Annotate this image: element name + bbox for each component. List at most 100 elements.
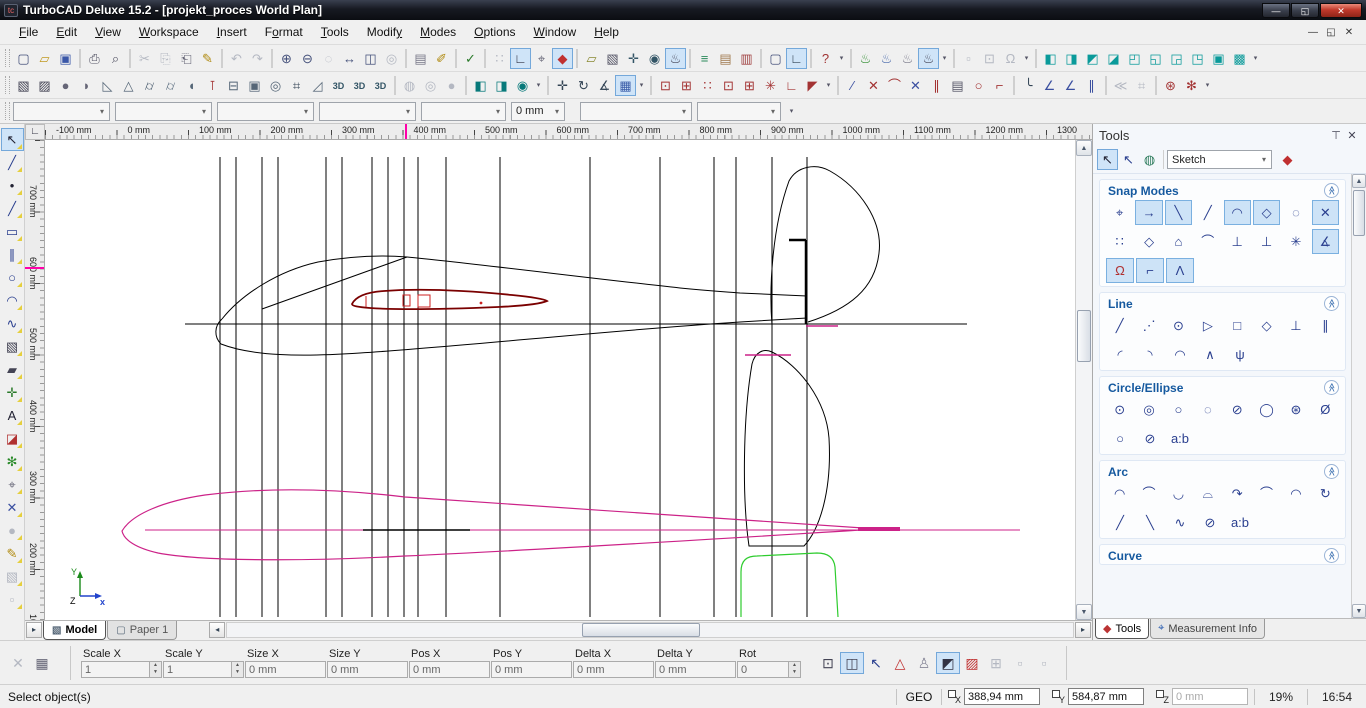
polygon-center-tool[interactable]: ⊙ bbox=[1165, 313, 1192, 338]
array-polar-button[interactable]: ∷ bbox=[697, 75, 718, 96]
inspector-field-input[interactable] bbox=[81, 661, 150, 678]
view-cube-right-button[interactable]: ◪ bbox=[1103, 48, 1124, 69]
model-drawing[interactable]: Y Z x bbox=[45, 140, 1075, 620]
property-dropdown[interactable]: 0 mm ▾ bbox=[511, 102, 565, 121]
cockpit-airfoil-detail[interactable] bbox=[352, 290, 547, 309]
lower-fin-outline[interactable] bbox=[744, 351, 829, 547]
menu-item[interactable]: Format bbox=[256, 22, 312, 42]
property-dropdown[interactable]: ▾ bbox=[115, 102, 212, 121]
convert-picture-button[interactable]: ▤ bbox=[947, 75, 968, 96]
palette-scrollbar[interactable]: ▲ ▼ bbox=[1351, 174, 1366, 618]
arc-fixed-ratio-tool[interactable]: a:b bbox=[1226, 510, 1254, 535]
property-dropdown[interactable]: ▾ bbox=[697, 102, 781, 121]
parallel-line-tool[interactable]: ∥ bbox=[1312, 313, 1339, 338]
view-cube-front-button[interactable]: ◧ bbox=[1040, 48, 1061, 69]
camera-tool[interactable]: ⌖ bbox=[1, 473, 24, 496]
ucs-move-button[interactable]: ✛ bbox=[552, 75, 573, 96]
text-tool[interactable]: A bbox=[1, 404, 24, 427]
chevron-down-icon[interactable]: ▾ bbox=[95, 107, 109, 116]
toggle-selection-mode-button[interactable]: ◫ bbox=[840, 652, 864, 674]
scroll-down-button[interactable]: ▼ bbox=[1076, 604, 1092, 620]
array-linear-button[interactable]: ⊞ bbox=[739, 75, 760, 96]
cylinder-tool[interactable]: ⌭ bbox=[139, 75, 160, 96]
help-book-button[interactable]: ? bbox=[815, 48, 836, 69]
tangent-to-arc-tool[interactable]: ◜ bbox=[1106, 342, 1134, 367]
arc-tangent-tool[interactable]: ↷ bbox=[1224, 481, 1251, 506]
vertical-ruler[interactable]: 700 mm600 mm500 mm400 mm300 mm200 mm100 … bbox=[25, 140, 45, 620]
helix-3d-tool[interactable]: 3D bbox=[370, 75, 391, 96]
point-tool[interactable]: • bbox=[1, 174, 24, 197]
fuselage-top-outline[interactable] bbox=[222, 256, 807, 319]
boolean-overflow[interactable]: ▾ bbox=[533, 75, 544, 96]
rotate-handles-button[interactable]: ⊡ bbox=[816, 652, 840, 674]
extract-to-file-button[interactable]: ▱ bbox=[581, 48, 602, 69]
snap-magnetic-aperture[interactable]: ∡ bbox=[1312, 229, 1339, 254]
scroll-right-button[interactable]: ▸ bbox=[1075, 622, 1091, 638]
coordinate-input[interactable] bbox=[1068, 688, 1144, 705]
nose-cap[interactable] bbox=[216, 319, 222, 344]
arc-tool[interactable]: ◠ bbox=[1, 289, 24, 312]
render-hidden-line-button[interactable]: ♨ bbox=[876, 48, 897, 69]
surface-tool[interactable]: ● bbox=[1, 519, 24, 542]
snap-free[interactable]: ⌖ bbox=[1106, 200, 1133, 225]
zoom-in-button[interactable]: ⊕ bbox=[276, 48, 297, 69]
plane-tool[interactable]: ◿ bbox=[307, 75, 328, 96]
show-axes-button[interactable]: ∟ bbox=[510, 48, 531, 69]
toolbar-overflow[interactable]: ▾ bbox=[836, 48, 847, 69]
morph-flower-button[interactable]: ✻ bbox=[1181, 75, 1202, 96]
palette-tab[interactable]: ◆ Tools bbox=[1095, 619, 1149, 639]
box-3d-tool[interactable]: ▧ bbox=[1, 335, 24, 358]
snap-grid[interactable]: ∷ bbox=[1106, 229, 1133, 254]
panel-world-icon[interactable]: ◍ bbox=[1139, 149, 1160, 170]
torus-tool[interactable]: ◎ bbox=[265, 75, 286, 96]
ghost-selection-button[interactable]: ♙ bbox=[912, 652, 936, 674]
select-tool[interactable]: ↖ bbox=[1, 128, 24, 151]
snap-intersection[interactable]: ✕ bbox=[1312, 200, 1339, 225]
array-rect-button[interactable]: ⊞ bbox=[676, 75, 697, 96]
spinner-control[interactable]: ▲▼ bbox=[789, 661, 801, 678]
boolean-subtract-disabled[interactable]: ◎ bbox=[420, 75, 441, 96]
edit-circle-button[interactable]: ○ bbox=[968, 75, 989, 96]
sketch-dropdown[interactable]: Sketch ▾ bbox=[1167, 150, 1272, 169]
zoom-extents-button[interactable]: ↔ bbox=[339, 48, 360, 69]
rudder-hinge-line[interactable] bbox=[789, 240, 806, 324]
insert-symbol-tool[interactable]: ✻ bbox=[1, 450, 24, 473]
boolean-union-disabled[interactable]: ◍ bbox=[399, 75, 420, 96]
line-tool[interactable]: ╱ bbox=[1, 197, 24, 220]
menu-item[interactable]: Edit bbox=[47, 22, 86, 42]
zoom-window-button[interactable]: ◌ bbox=[318, 48, 339, 69]
chevron-down-icon[interactable]: ▾ bbox=[401, 107, 415, 116]
chevron-down-icon[interactable]: ▾ bbox=[766, 107, 780, 116]
arc-tangent-line-tool[interactable]: ╱ bbox=[1106, 510, 1134, 535]
copy-entity-button[interactable]: ⊡ bbox=[655, 75, 676, 96]
format-painter-button[interactable]: ✎ bbox=[197, 48, 218, 69]
snap-perpendicular[interactable]: ⊥ bbox=[1224, 229, 1251, 254]
line-multiline-tool[interactable]: ⋰ bbox=[1135, 313, 1162, 338]
split-line-button[interactable]: ✕ bbox=[863, 75, 884, 96]
select-frame-tool[interactable]: ▫ bbox=[1, 588, 24, 611]
copy-overflow[interactable]: ▾ bbox=[823, 75, 834, 96]
pick-corner-button[interactable]: ◤ bbox=[802, 75, 823, 96]
double-line-disabled[interactable]: ≪ bbox=[1110, 75, 1131, 96]
horizontal-scroll-thumb[interactable] bbox=[582, 623, 700, 637]
tangent-two-arcs-tool[interactable]: ◠ bbox=[1166, 342, 1194, 367]
inspector-field-input[interactable] bbox=[409, 661, 490, 678]
pin-icon[interactable]: ⊤ bbox=[1328, 129, 1344, 142]
box-tool[interactable]: ▧ bbox=[13, 75, 34, 96]
render-full-button[interactable]: ♨ bbox=[918, 48, 939, 69]
layers-button[interactable]: ≡ bbox=[694, 48, 715, 69]
double-line-tool[interactable]: ∥ bbox=[1, 243, 24, 266]
chevron-down-icon[interactable]: ▾ bbox=[1257, 155, 1271, 164]
rotated-rectangle-tool[interactable]: ◇ bbox=[1253, 313, 1280, 338]
circle-tangent-line-tool[interactable]: ⊘ bbox=[1224, 397, 1251, 422]
mdi-restore-button[interactable]: ◱ bbox=[1322, 27, 1340, 38]
canopy-line[interactable] bbox=[262, 257, 407, 309]
arc-rotated-tool[interactable]: ↻ bbox=[1312, 481, 1339, 506]
inspector-field-input[interactable] bbox=[245, 661, 326, 678]
view-cube-bottom-button[interactable]: ◱ bbox=[1145, 48, 1166, 69]
mirror-copy-button[interactable]: ⊡ bbox=[718, 75, 739, 96]
view-cube-left-button[interactable]: ◩ bbox=[1082, 48, 1103, 69]
shaded-box-tool[interactable]: ▨ bbox=[34, 75, 55, 96]
pen-edit-tool[interactable]: ✎ bbox=[1, 542, 24, 565]
collapse-section-button[interactable]: ≪ bbox=[1324, 464, 1339, 479]
